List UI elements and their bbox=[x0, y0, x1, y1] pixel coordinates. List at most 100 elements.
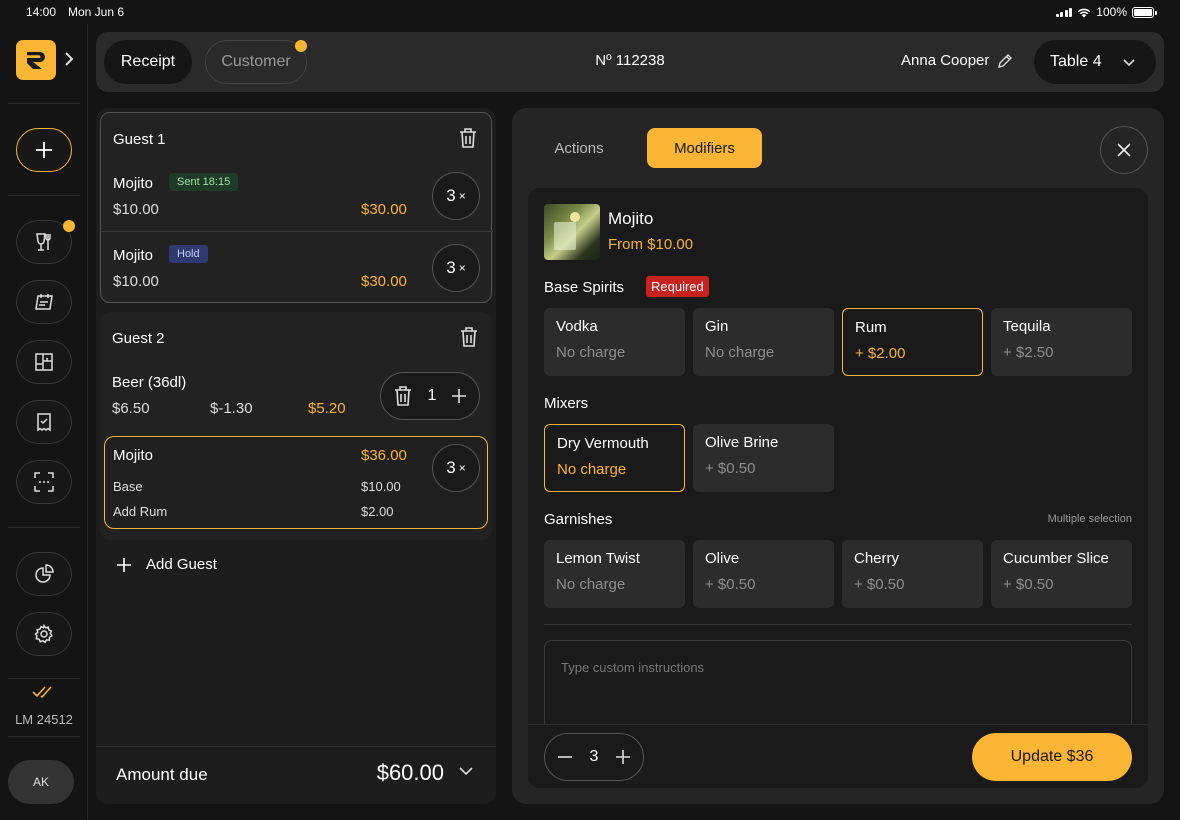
rail-divider bbox=[8, 527, 80, 528]
nav-scan-button[interactable] bbox=[16, 460, 72, 504]
section-divider bbox=[544, 624, 1132, 625]
plus-icon[interactable] bbox=[451, 388, 467, 404]
option-rum[interactable]: Rum + $2.00 bbox=[842, 308, 983, 376]
option-price: No charge bbox=[556, 576, 626, 593]
option-gin[interactable]: Gin No charge bbox=[693, 308, 834, 376]
option-vodka[interactable]: Vodka No charge bbox=[544, 308, 685, 376]
option-name: Tequila bbox=[1003, 318, 1051, 335]
option-cucumber-slice[interactable]: Cucumber Slice + $0.50 bbox=[991, 540, 1132, 608]
signal-icon bbox=[1055, 7, 1073, 17]
option-price: + $0.50 bbox=[705, 460, 756, 477]
item-name: Mojito bbox=[113, 447, 154, 464]
item-quantity-button[interactable]: 3 × bbox=[432, 172, 480, 220]
item-name: Mojito bbox=[113, 175, 154, 192]
calendar-icon bbox=[35, 294, 53, 310]
battery-percent: 100% bbox=[1096, 5, 1127, 19]
times-glyph: × bbox=[458, 261, 466, 275]
item-unit-price: $10.00 bbox=[113, 201, 159, 218]
rail-divider bbox=[8, 195, 80, 196]
floorplan-icon bbox=[35, 353, 53, 371]
guest-card: Guest 1 Mojito Sent 18:15 $10.00 $30.00 … bbox=[100, 112, 493, 303]
avatar[interactable]: AK bbox=[8, 760, 74, 804]
option-name: Olive bbox=[705, 550, 740, 567]
app-logo[interactable] bbox=[16, 40, 56, 80]
delete-guest-icon[interactable] bbox=[458, 326, 480, 348]
update-button[interactable]: Update $36 bbox=[972, 733, 1132, 781]
tab-receipt[interactable]: Receipt bbox=[104, 40, 192, 84]
option-cherry[interactable]: Cherry + $0.50 bbox=[842, 540, 983, 608]
tab-actions[interactable]: Actions bbox=[536, 128, 622, 168]
selected-order-item[interactable]: Mojito $36.00 Base $10.00 Add Rum $2.00 … bbox=[104, 436, 488, 529]
table-selector[interactable]: Table 4 bbox=[1034, 40, 1156, 84]
rail-divider bbox=[8, 678, 80, 679]
staff-name-editor[interactable]: Anna Cooper bbox=[901, 52, 1013, 69]
item-qty: 3 bbox=[446, 458, 456, 477]
quantity-stepper: 3 bbox=[544, 733, 644, 781]
status-bar: 14:00 Mon Jun 6 100% bbox=[0, 0, 1180, 24]
location-label: LM 24512 bbox=[15, 712, 73, 727]
amount-due-bar[interactable]: Amount due $60.00 bbox=[96, 746, 496, 804]
close-button[interactable] bbox=[1100, 126, 1148, 174]
guest-title: Guest 1 bbox=[113, 131, 166, 148]
nav-bar-orders-button[interactable] bbox=[16, 220, 75, 264]
stepper-value: 3 bbox=[589, 748, 599, 765]
nav-receipts-button[interactable] bbox=[16, 400, 72, 444]
rail-divider bbox=[8, 103, 80, 104]
product-price: From $10.00 bbox=[608, 236, 694, 253]
nav-reports-button[interactable] bbox=[16, 552, 72, 596]
quantity-stepper: 1 bbox=[380, 372, 480, 420]
gear-icon bbox=[34, 624, 53, 644]
nav-reservations-button[interactable] bbox=[16, 280, 72, 324]
minus-icon[interactable] bbox=[557, 749, 573, 765]
option-name: Olive Brine bbox=[705, 434, 779, 451]
option-price: + $2.00 bbox=[855, 345, 906, 362]
item-total: $5.20 bbox=[308, 400, 346, 417]
item-discount: $-1.30 bbox=[210, 400, 253, 417]
logo-mark-icon bbox=[27, 52, 45, 69]
item-quantity-button[interactable]: 3 × bbox=[432, 244, 480, 292]
item-unit-price: $10.00 bbox=[113, 273, 159, 290]
order-panel: Guest 1 Mojito Sent 18:15 $10.00 $30.00 … bbox=[96, 108, 496, 804]
item-quantity-button[interactable]: 3 × bbox=[432, 444, 480, 492]
status-date: Mon Jun 6 bbox=[68, 5, 125, 19]
option-dry-vermouth[interactable]: Dry Vermouth No charge bbox=[544, 424, 685, 492]
modifier-value: $10.00 bbox=[361, 479, 401, 494]
pie-chart-icon bbox=[35, 564, 54, 583]
option-price: + $0.50 bbox=[854, 576, 905, 593]
option-olive-brine[interactable]: Olive Brine + $0.50 bbox=[693, 424, 834, 492]
tab-modifiers[interactable]: Modifiers bbox=[647, 128, 762, 168]
chevron-down-icon bbox=[1123, 59, 1135, 67]
guest-title: Guest 2 bbox=[112, 330, 165, 347]
new-order-button[interactable] bbox=[16, 128, 72, 172]
nav-tables-button[interactable] bbox=[16, 340, 72, 384]
option-lemon-twist[interactable]: Lemon Twist No charge bbox=[544, 540, 685, 608]
expand-chevron-icon[interactable] bbox=[62, 50, 76, 68]
status-time: 14:00 bbox=[26, 5, 57, 19]
delete-guest-icon[interactable] bbox=[457, 127, 479, 149]
nav-settings-button[interactable] bbox=[16, 612, 72, 656]
trash-icon[interactable] bbox=[393, 385, 413, 407]
modifier-panel: Actions Modifiers Mojito From $10.00 Bas… bbox=[512, 108, 1164, 804]
option-tequila[interactable]: Tequila + $2.50 bbox=[991, 308, 1132, 376]
section-title: Base Spirits bbox=[544, 279, 625, 296]
plus-icon bbox=[117, 557, 131, 572]
drink-icon bbox=[36, 233, 51, 251]
plus-icon bbox=[36, 142, 52, 158]
option-price: + $0.50 bbox=[1003, 576, 1054, 593]
add-guest-button[interactable]: Add Guest bbox=[116, 556, 217, 573]
option-price: + $0.50 bbox=[705, 576, 756, 593]
multiple-selection-note: Multiple selection bbox=[1047, 513, 1132, 525]
add-guest-label: Add Guest bbox=[146, 556, 217, 573]
option-name: Cucumber Slice bbox=[1003, 550, 1109, 567]
plus-icon[interactable] bbox=[615, 749, 631, 765]
custom-instructions-input[interactable]: Type custom instructions bbox=[544, 640, 1132, 730]
modifier-label: Add Rum bbox=[113, 504, 168, 519]
tab-customer[interactable]: Customer bbox=[205, 40, 307, 84]
item-name: Mojito bbox=[113, 247, 154, 264]
scan-icon bbox=[34, 472, 54, 492]
amount-due-label: Amount due bbox=[116, 765, 208, 784]
option-olive[interactable]: Olive + $0.50 bbox=[693, 540, 834, 608]
option-price: No charge bbox=[557, 461, 627, 478]
status-badge: Hold bbox=[169, 245, 208, 263]
order-header: Nº 112238 Receipt Customer Anna Cooper T… bbox=[96, 32, 1164, 92]
